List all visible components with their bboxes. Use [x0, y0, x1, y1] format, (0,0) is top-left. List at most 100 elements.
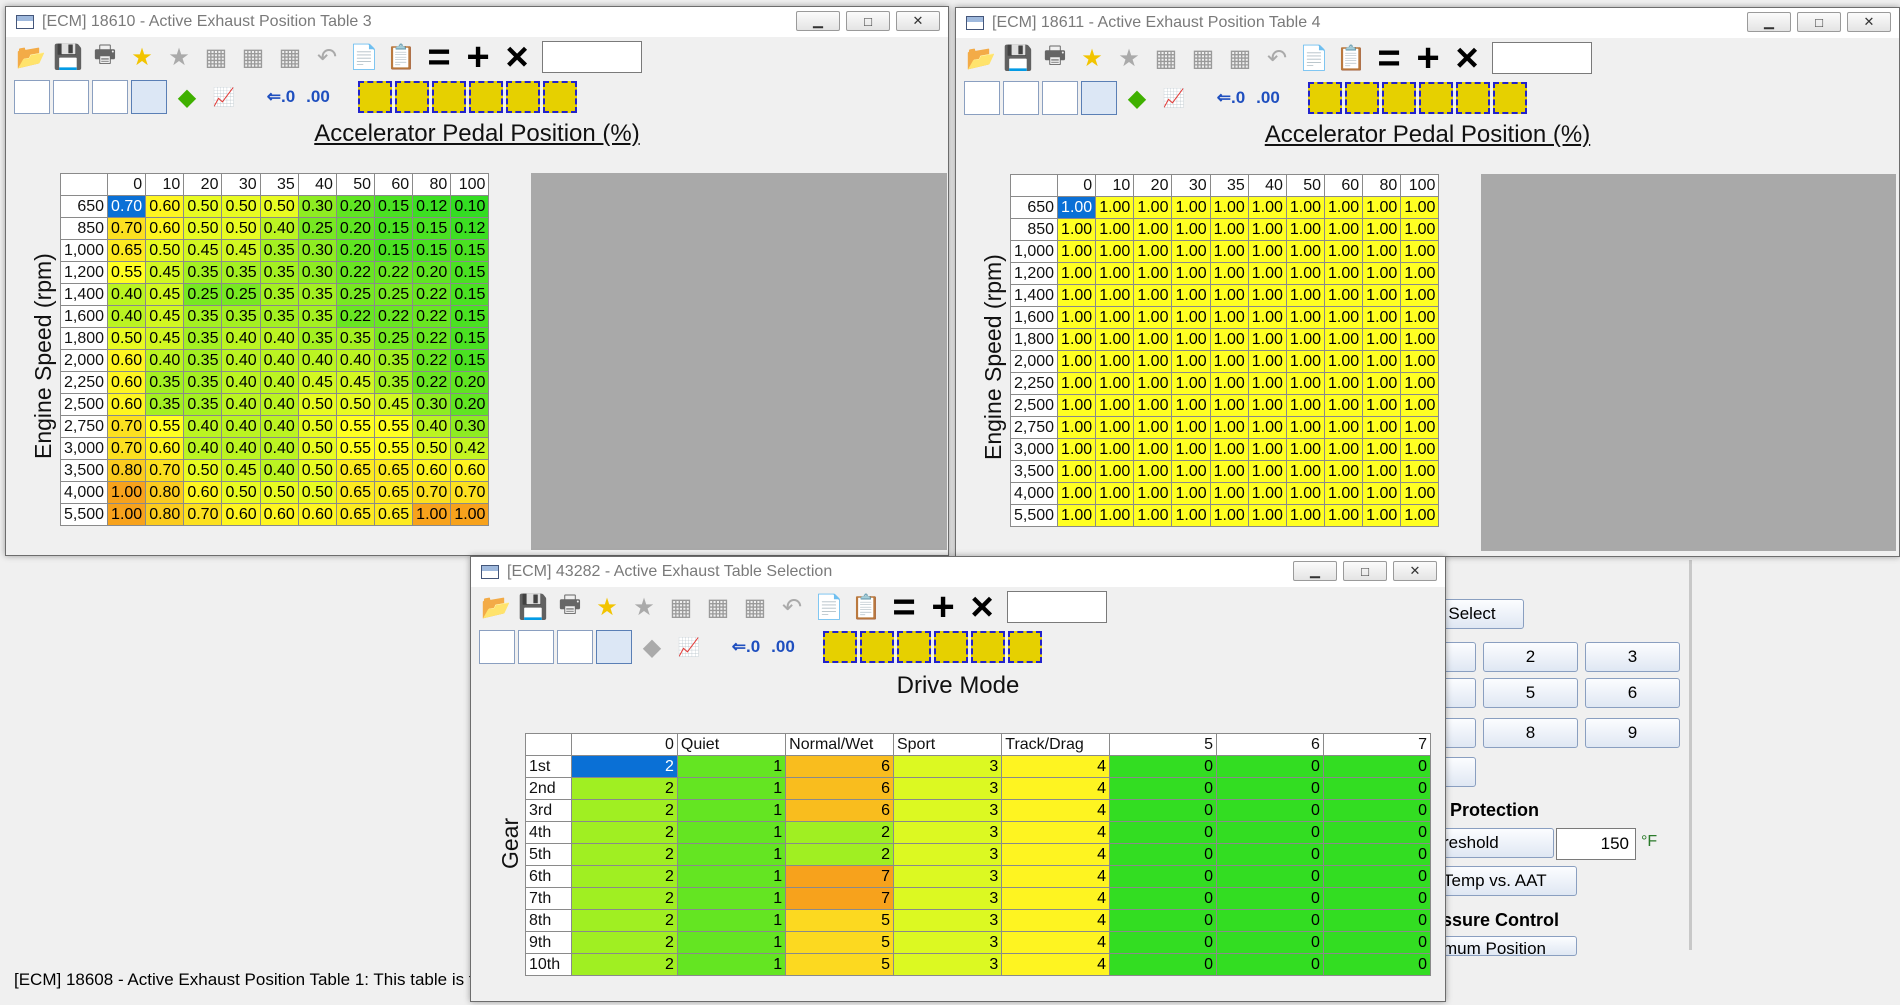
select-interp-icon-3[interactable] [1382, 82, 1416, 114]
table-cell[interactable]: 1.00 [1133, 394, 1173, 417]
table-cell[interactable]: 1 [676, 931, 787, 954]
table-cell[interactable]: 0 [1322, 777, 1432, 800]
save-icon[interactable]: 💾 [516, 590, 550, 624]
table-cell[interactable]: 1.00 [1209, 460, 1249, 483]
table-cell[interactable]: 1.00 [1057, 284, 1097, 307]
table-cell[interactable]: 0.40 [335, 349, 376, 372]
table-cell[interactable]: 1.00 [1095, 284, 1135, 307]
table-cell[interactable]: 0.20 [450, 371, 490, 394]
column-header[interactable]: 6 [1215, 733, 1324, 756]
row-header[interactable]: 4th [525, 821, 572, 844]
table-cell[interactable]: 0 [1109, 843, 1217, 866]
table-cell[interactable]: 0.50 [297, 437, 337, 460]
multiply-icon[interactable]: × [499, 35, 535, 79]
color-map-icon[interactable]: ◆ [170, 80, 204, 114]
column-header[interactable]: 60 [374, 173, 414, 196]
table-cell[interactable]: 1.00 [1057, 306, 1097, 329]
table-cell[interactable]: 1.00 [1324, 196, 1364, 219]
graph-icon[interactable]: 📈 [207, 80, 241, 114]
table-cell[interactable]: 1.00 [1285, 504, 1326, 527]
table-cell[interactable]: 1.00 [1247, 284, 1287, 307]
table-cell[interactable]: 0 [1215, 865, 1324, 888]
increase-decimals-icon[interactable]: .00 [766, 630, 800, 664]
table-cell[interactable]: 1.00 [1133, 504, 1173, 527]
table-cell[interactable]: 1.00 [1324, 482, 1364, 505]
row-header[interactable]: 2,500 [59, 393, 109, 416]
table-cell[interactable]: 0.55 [335, 437, 376, 460]
paste-icon[interactable]: 📋 [1334, 41, 1368, 75]
table-cell[interactable]: 1.00 [1362, 438, 1402, 461]
table-cell[interactable]: 0.40 [221, 393, 261, 416]
table-cell[interactable]: 0.25 [335, 283, 376, 306]
table-cell[interactable]: 3 [892, 865, 1003, 888]
table-cell[interactable]: 0.42 [450, 437, 490, 460]
view-table-icon[interactable] [596, 630, 632, 664]
grid-icon-2[interactable]: ▦ [1186, 41, 1220, 75]
table-cell[interactable]: 0.25 [221, 283, 261, 306]
table-cell[interactable]: 0 [1109, 865, 1217, 888]
table-cell[interactable]: 0.40 [412, 415, 452, 438]
table-cell[interactable]: 1.00 [1171, 350, 1211, 373]
table-cell[interactable]: 1.00 [1247, 350, 1287, 373]
table-cell[interactable]: 0.70 [145, 459, 185, 482]
table-cell[interactable]: 1.00 [1400, 240, 1440, 263]
table-cell[interactable]: 1.00 [1095, 394, 1135, 417]
column-header[interactable]: 10 [145, 173, 185, 196]
table-cell[interactable]: 0.40 [259, 459, 299, 482]
table-cell[interactable]: 5 [785, 909, 894, 932]
print-icon[interactable]: 🖶 [553, 590, 587, 624]
table-cell[interactable]: 0 [1322, 909, 1432, 932]
table-cell[interactable]: 1.00 [1324, 328, 1364, 351]
table-cell[interactable]: 0 [1322, 821, 1432, 844]
column-header[interactable]: 35 [1209, 174, 1249, 197]
table-cell[interactable]: 0.45 [145, 261, 185, 284]
table-cell[interactable]: 1.00 [1057, 504, 1097, 527]
table-cell[interactable]: 1.00 [1285, 218, 1326, 241]
column-header[interactable]: 80 [412, 173, 452, 196]
table-cell[interactable]: 1.00 [1362, 372, 1402, 395]
table-cell[interactable]: 1.00 [1400, 372, 1440, 395]
table-cell[interactable]: 0.55 [374, 437, 414, 460]
table-cell[interactable]: 1.00 [1400, 416, 1440, 439]
table-cell[interactable]: 1 [676, 799, 787, 822]
add-favorite-icon[interactable]: ★ [1075, 41, 1109, 75]
table-cell[interactable]: 0.22 [412, 371, 452, 394]
table-cell[interactable]: 0.35 [183, 261, 223, 284]
table-cell[interactable]: 0 [1215, 799, 1324, 822]
paste-icon[interactable]: 📋 [849, 590, 883, 624]
table-cell[interactable]: 0.40 [259, 415, 299, 438]
table-cell[interactable]: 0.60 [183, 481, 223, 504]
table-cell[interactable]: 2 [570, 931, 678, 954]
table-cell[interactable]: 4 [1001, 909, 1111, 932]
column-header[interactable]: 80 [1362, 174, 1402, 197]
table-cell[interactable]: 0.60 [297, 503, 337, 526]
table-cell[interactable]: 0 [1215, 887, 1324, 910]
table-cell[interactable]: 1.00 [1133, 196, 1173, 219]
table-cell[interactable]: 1.00 [1247, 504, 1287, 527]
table-cell[interactable]: 0.50 [221, 195, 261, 218]
table-cell[interactable]: 0.65 [374, 481, 414, 504]
table-cell[interactable]: 0.50 [259, 195, 299, 218]
table-cell[interactable]: 1.00 [1285, 416, 1326, 439]
print-icon[interactable]: 🖶 [88, 40, 122, 74]
table-cell[interactable]: 3 [892, 799, 1003, 822]
table-cell[interactable]: 0.12 [450, 217, 490, 240]
table-cell[interactable]: 1.00 [1209, 504, 1249, 527]
table-cell[interactable]: 0.60 [412, 459, 452, 482]
column-header[interactable]: 0 [107, 173, 147, 196]
table-cell[interactable]: 7 [785, 887, 894, 910]
table-cell[interactable]: 1.00 [1133, 262, 1173, 285]
position-table-4[interactable]: 0 10 20 30 35 40 50 60 80 100 650 1.00 1.00 1.00 1.00 1… [1009, 174, 1440, 527]
table-cell[interactable]: 1.00 [1133, 306, 1173, 329]
grid-icon-1[interactable]: ▦ [199, 40, 233, 74]
table-cell[interactable]: 0.70 [107, 437, 147, 460]
table-cell[interactable]: 0.40 [297, 349, 337, 372]
select-interp-icon-6[interactable] [1493, 82, 1527, 114]
table-cell[interactable]: 1.00 [1209, 262, 1249, 285]
copy-icon[interactable]: 📄 [1297, 41, 1331, 75]
row-header[interactable]: 1,600 [1009, 306, 1059, 329]
table-cell[interactable]: 1.00 [1057, 416, 1097, 439]
undo-icon[interactable]: ↶ [1260, 41, 1294, 75]
table-cell[interactable]: 1.00 [1171, 482, 1211, 505]
table-cell[interactable]: 0.22 [335, 305, 376, 328]
